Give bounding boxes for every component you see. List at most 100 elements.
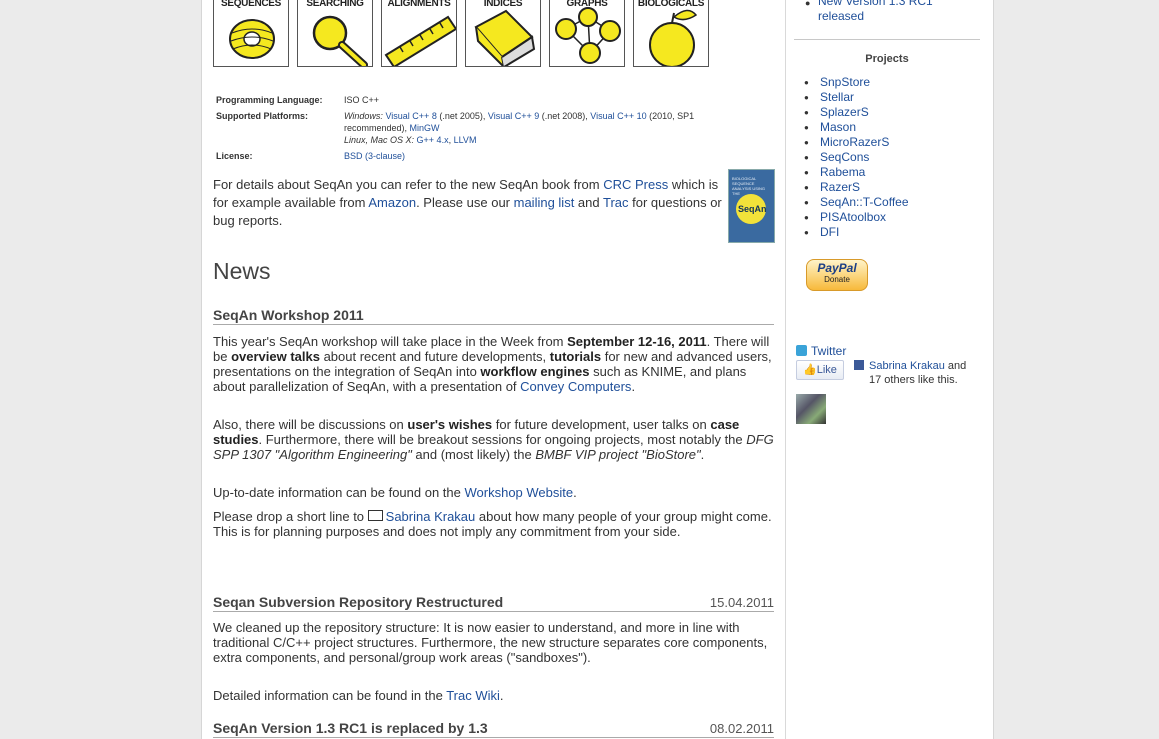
link-license[interactable]: BSD (3-clause)	[344, 151, 405, 161]
link-gcc[interactable]: G++ 4.x	[417, 135, 449, 145]
projects-list: SnpStoreStellarSplazerSMasonMicroRazerSS…	[794, 75, 909, 240]
tile-label: SEARCHING	[306, 0, 364, 9]
project-link[interactable]: Rabema	[820, 165, 865, 179]
spool-icon	[229, 19, 275, 59]
project-link[interactable]: DFI	[820, 225, 839, 239]
project-item: PISAtoolbox	[794, 210, 909, 225]
news-title-text: Seqan Subversion Repository Restructured	[213, 594, 504, 610]
text: Detailed information can be found in the	[213, 688, 447, 703]
news-paragraph: Up-to-date information can be found on t…	[213, 485, 774, 500]
text-bold: September 12-16, 2011	[567, 334, 707, 349]
avatar[interactable]	[796, 394, 826, 424]
text: . Furthermore, there will be breakout se…	[258, 432, 747, 447]
platform-note: (.net 2005),	[436, 111, 488, 121]
project-link[interactable]: Mason	[820, 120, 856, 134]
magnifier-icon	[312, 15, 368, 66]
intro-text: For details about SeqAn you can refer to…	[213, 177, 604, 192]
text: Please drop a short line to	[213, 509, 368, 524]
twitter-link[interactable]: Twitter	[796, 344, 846, 358]
tile-alignments[interactable]: ALIGNMENTS	[381, 0, 457, 67]
news-paragraph: We cleaned up the repository structure: …	[213, 620, 768, 665]
twitter-label[interactable]: Twitter	[811, 344, 846, 358]
paypal-donate-button[interactable]: PayPal Donate	[806, 259, 868, 291]
info-value: ISO C++	[344, 95, 380, 105]
twitter-icon	[796, 345, 807, 356]
text: about recent and future developments,	[319, 349, 550, 364]
link-convey[interactable]: Convey Computers	[520, 379, 631, 394]
link-mingw[interactable]: MinGW	[410, 123, 440, 133]
project-item: DFI	[794, 225, 909, 240]
link-trac-wiki[interactable]: Trac Wiki	[446, 688, 500, 703]
text-italic: BMBF VIP project "BioStore"	[535, 447, 701, 462]
project-link[interactable]: RazerS	[820, 180, 860, 194]
project-item: Rabema	[794, 165, 909, 180]
link-sabrina-krakau[interactable]: Sabrina Krakau	[386, 509, 476, 524]
tile-sequences[interactable]: SEQUENCES	[213, 0, 289, 67]
sidebar-divider	[794, 39, 980, 40]
link-trac[interactable]: Trac	[603, 195, 629, 210]
news-paragraph: Detailed information can be found in the…	[213, 688, 774, 703]
apple-icon	[649, 9, 698, 66]
info-value: BSD (3-clause)	[344, 149, 756, 165]
facebook-like-button[interactable]: 👍Like	[796, 360, 844, 380]
text-bold: overview talks	[231, 349, 320, 364]
book-logo: SeqAn	[738, 204, 767, 214]
project-item: SeqCons	[794, 150, 909, 165]
sidebar-separator	[785, 0, 786, 739]
info-label: Programming Language:	[216, 95, 323, 105]
book-cover-image[interactable]: BIOLOGICAL SEQUENCE ANALYSIS USING THE S…	[728, 169, 775, 243]
project-link[interactable]: MicroRazerS	[820, 135, 889, 149]
bullet-icon: ●	[805, 0, 811, 8]
link-mailing-list[interactable]: mailing list	[514, 195, 575, 210]
info-row-language: Programming Language: ISO C++	[216, 93, 756, 109]
projects-heading: Projects	[865, 53, 909, 65]
tile-biologicals[interactable]: BIOLOGICALS	[633, 0, 709, 67]
project-item: SplazerS	[794, 105, 909, 120]
link-workshop-website[interactable]: Workshop Website	[465, 485, 574, 500]
tile-indices[interactable]: INDICES	[465, 0, 541, 67]
tile-label: ALIGNMENTS	[387, 0, 451, 9]
link-amazon[interactable]: Amazon	[368, 195, 416, 210]
like-label: Like	[816, 364, 837, 376]
link-new-version[interactable]: New Version 1.3 RC1 released	[818, 0, 948, 24]
project-link[interactable]: PISAtoolbox	[820, 210, 886, 224]
project-link[interactable]: SeqAn::T-Coffee	[820, 195, 909, 209]
tile-label: BIOLOGICALS	[637, 0, 705, 9]
project-item: RazerS	[794, 180, 909, 195]
project-link[interactable]: SplazerS	[820, 105, 869, 119]
link-vc10[interactable]: Visual C++ 10	[590, 111, 646, 121]
text-bold: tutorials	[549, 349, 602, 364]
text: Up-to-date information can be found on t…	[213, 485, 465, 500]
text: and	[944, 360, 967, 372]
link-vc9[interactable]: Visual C++ 9	[488, 111, 539, 121]
project-link[interactable]: Stellar	[820, 90, 854, 104]
link-crc-press[interactable]: CRC Press	[603, 177, 668, 192]
text: for future development, user talks on	[492, 417, 711, 432]
info-label: Supported Platforms:	[216, 111, 309, 121]
platform-note: (.net 2008),	[539, 111, 591, 121]
info-row-platforms: Supported Platforms: Windows: Visual C++…	[216, 109, 756, 149]
tile-label: INDICES	[483, 0, 523, 9]
graph-icon	[555, 7, 621, 64]
tile-label: GRAPHS	[566, 0, 608, 9]
news-title-text: SeqAn Workshop 2011	[213, 307, 364, 323]
project-link[interactable]: SnpStore	[820, 75, 870, 89]
link-fb-user[interactable]: Sabrina Krakau	[869, 360, 945, 372]
tile-label: SEQUENCES	[220, 0, 282, 9]
facebook-icon	[854, 360, 864, 370]
link-vc8[interactable]: Visual C++ 8	[385, 111, 436, 121]
tile-searching[interactable]: SEARCHING	[297, 0, 373, 67]
project-link[interactable]: SeqCons	[820, 150, 869, 164]
facebook-likes-text: Sabrina Krakau and 17 others like this.	[854, 359, 984, 387]
news-paragraph: This year's SeqAn workshop will take pla…	[213, 334, 774, 394]
mail-icon	[367, 510, 383, 521]
info-row-license: License: BSD (3-clause)	[216, 149, 756, 165]
book-icon	[474, 9, 536, 66]
intro-text: . Please use our	[416, 195, 514, 210]
project-item: Mason	[794, 120, 909, 135]
news-paragraph: Also, there will be discussions on user'…	[213, 417, 774, 462]
link-llvm[interactable]: LLVM	[454, 135, 477, 145]
tile-graphs[interactable]: GRAPHS	[549, 0, 625, 67]
intro-text: and	[574, 195, 603, 210]
page-container: SEQUENCES SEARCHING ALIGNMENTS INDICES G…	[201, 0, 994, 739]
